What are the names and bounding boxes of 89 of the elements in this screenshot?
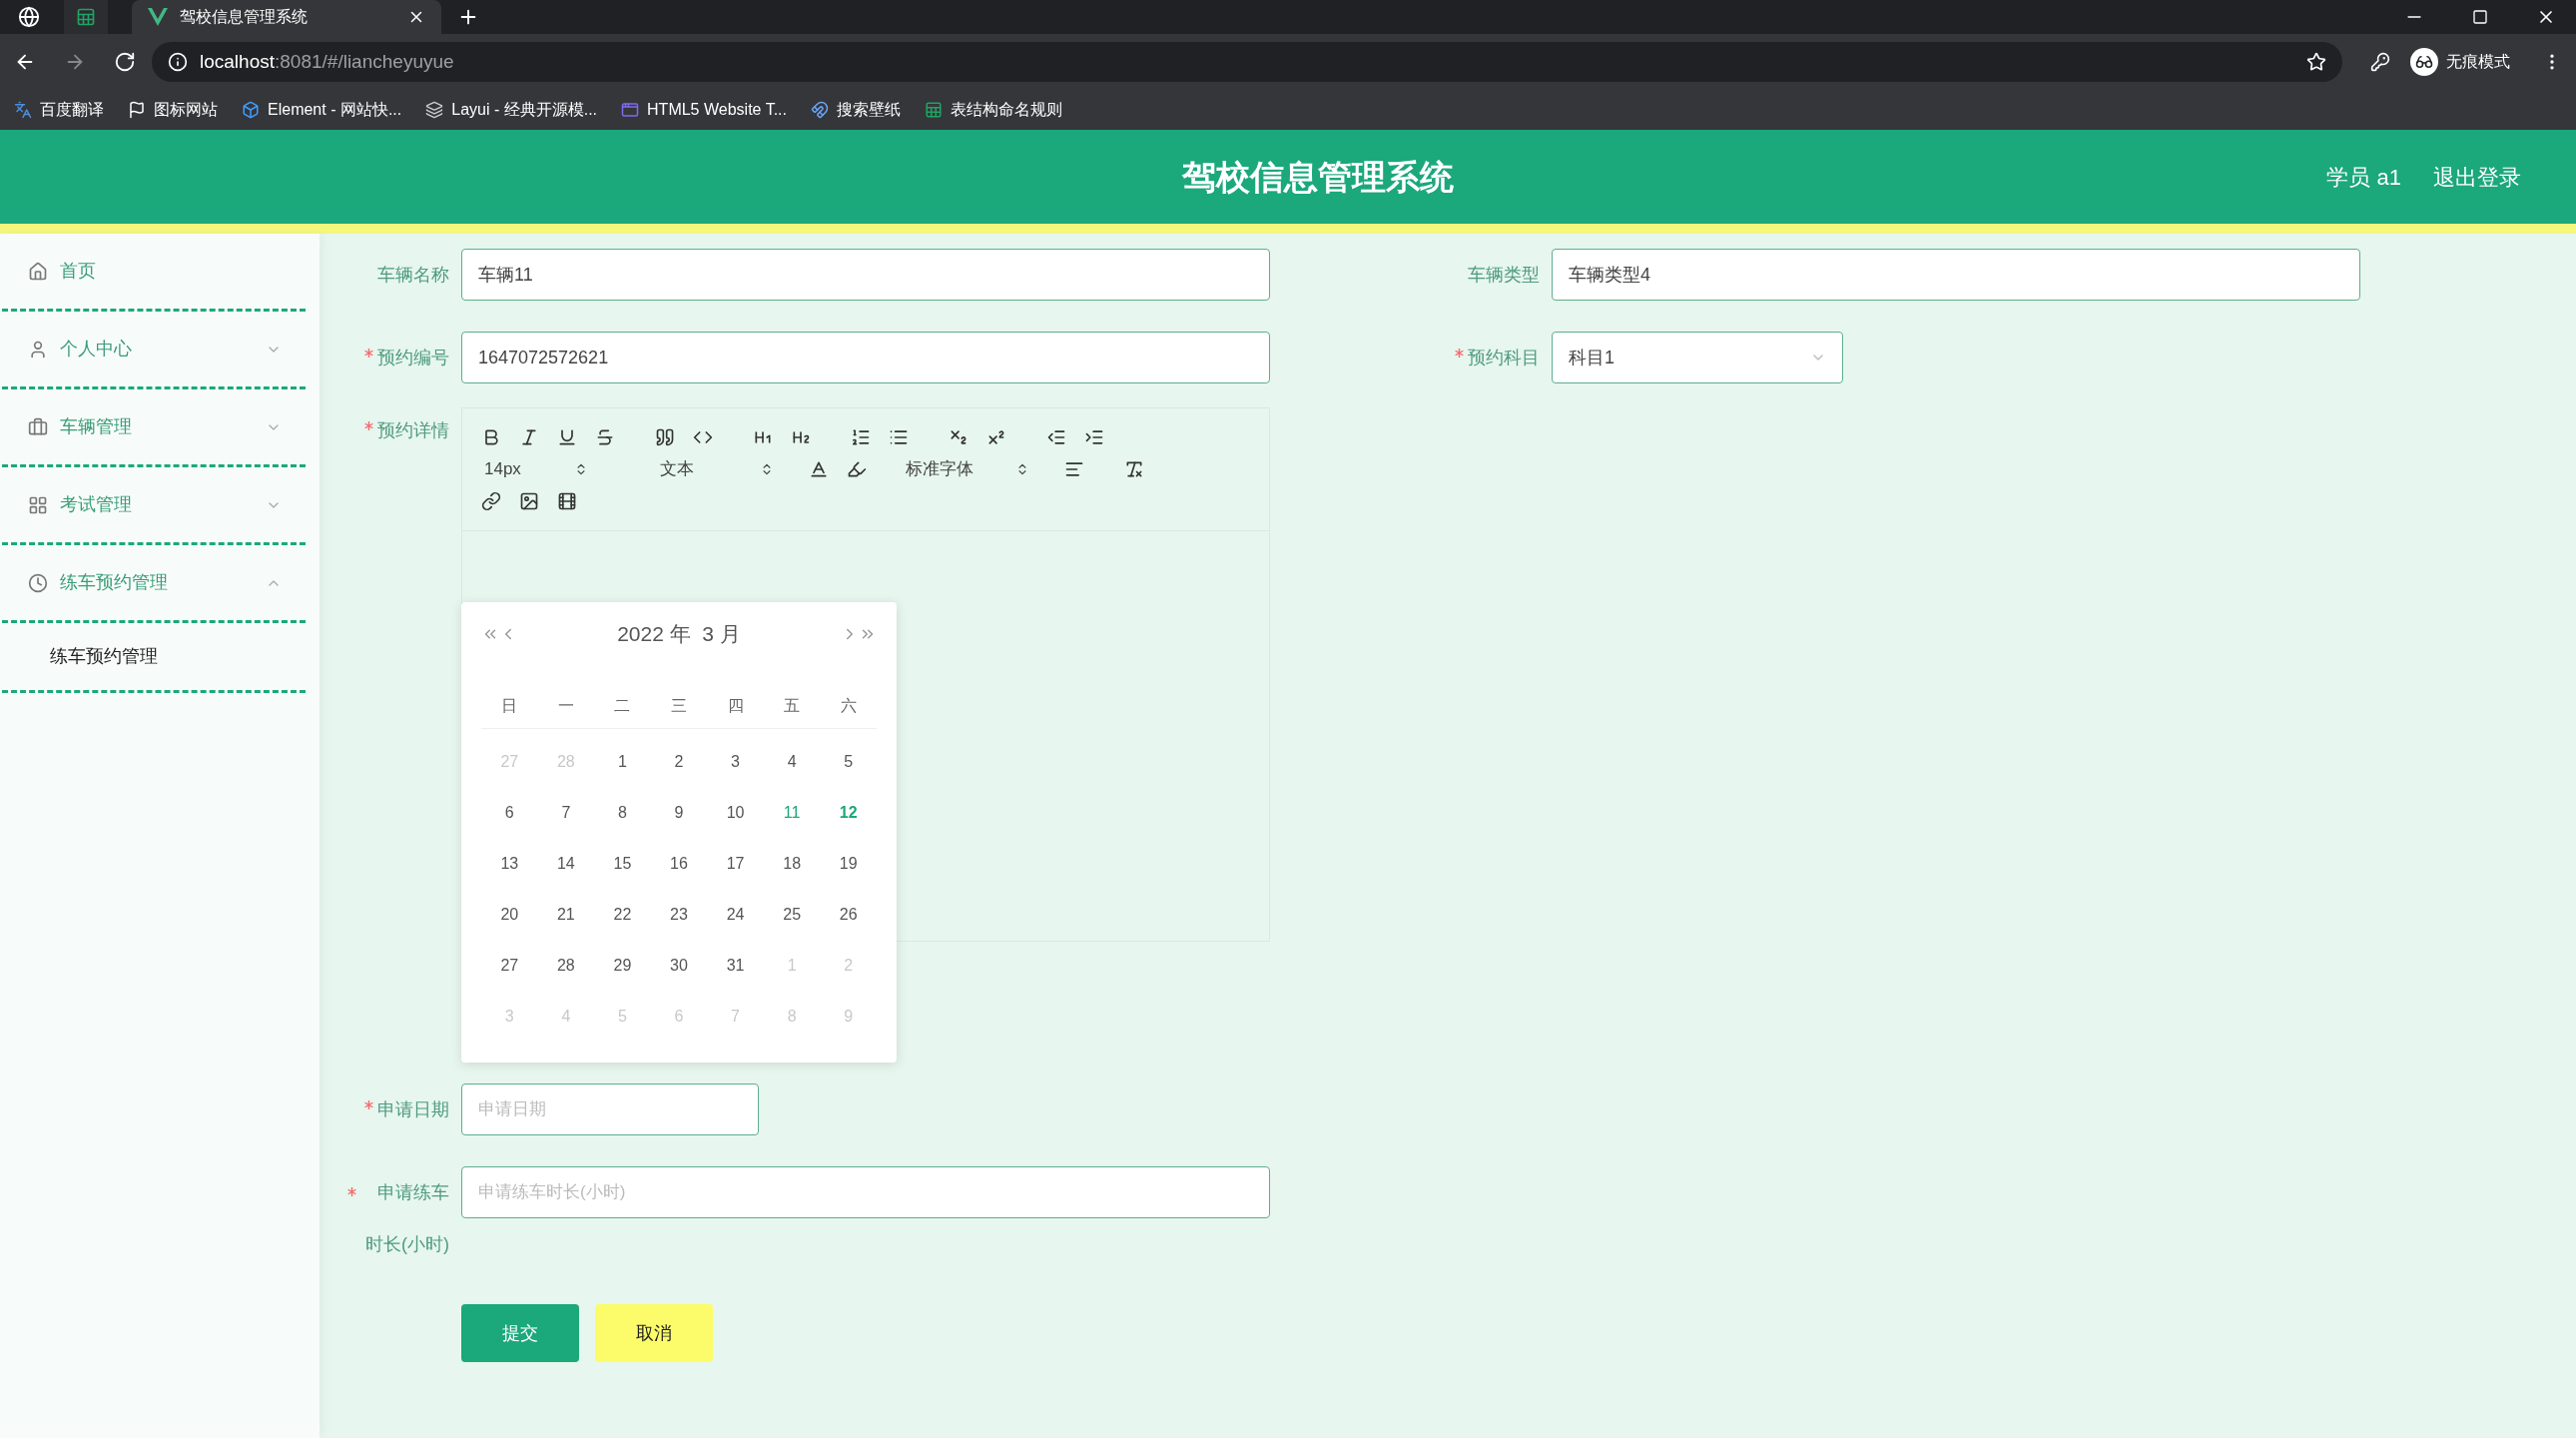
cancel-button[interactable]: 取消 [595, 1304, 713, 1362]
browser-tab[interactable]: 驾校信息管理系统 [132, 0, 441, 34]
bookmark-item[interactable]: 搜索壁纸 [810, 98, 901, 122]
bookmark-item[interactable]: HTML5 Website T... [621, 98, 787, 122]
calendar-day[interactable]: 8 [594, 787, 651, 839]
incognito-badge[interactable]: 无痕模式 [2406, 48, 2514, 76]
cube-icon [242, 101, 260, 119]
calendar-day[interactable]: 1 [594, 736, 651, 788]
toolbar-select[interactable]: 14px [476, 454, 596, 484]
calendar-day[interactable]: 17 [707, 838, 764, 890]
calendar-day[interactable]: 20 [481, 889, 538, 941]
field-label: 预约详情 [377, 420, 449, 440]
calendar-day[interactable]: 10 [707, 787, 764, 839]
subject-select[interactable]: 科目1 [1552, 332, 1843, 383]
text-field[interactable]: 1647072572621 [461, 332, 1270, 383]
calendar-day[interactable]: 9 [650, 787, 708, 839]
calendar-day[interactable]: 18 [763, 838, 821, 890]
incognito-icon [2410, 48, 2438, 76]
field-label: 申请日期 [377, 1098, 449, 1119]
calendar-day[interactable]: 5 [820, 736, 877, 788]
toolbar-select[interactable]: 文本 [652, 454, 782, 484]
calendar-day[interactable]: 15 [594, 838, 651, 890]
calendar-day[interactable]: 7 [537, 787, 595, 839]
field-label: 车辆名称 [377, 264, 449, 285]
calendar-day[interactable]: 4 [763, 736, 821, 788]
address-bar[interactable]: localhost:8081/#/liancheyuyue [152, 42, 2342, 82]
sidebar-subitem[interactable]: 练车预约管理 [2, 623, 306, 693]
spreadsheet-icon [924, 101, 943, 119]
text-field[interactable]: 车辆11 [461, 249, 1270, 301]
calendar-day[interactable]: 13 [481, 838, 538, 890]
calendar-day[interactable]: 31 [707, 940, 764, 992]
globe-icon [18, 6, 40, 28]
field-label: 预约科目 [1468, 347, 1540, 367]
grid-icon [28, 494, 48, 515]
date-field[interactable]: 申请日期 [461, 1083, 759, 1135]
field-label: 预约编号 [377, 347, 449, 367]
user-icon [28, 339, 48, 360]
spreadsheet-icon [76, 7, 96, 27]
calendar-day[interactable]: 23 [650, 889, 708, 941]
weekday-label: 二 [613, 695, 632, 716]
home-icon [28, 261, 48, 282]
calendar-day[interactable]: 26 [820, 889, 877, 941]
calendar-day[interactable]: 28 [537, 940, 595, 992]
bookmark-star-icon[interactable] [2306, 52, 2326, 72]
calendar-day[interactable]: 25 [763, 889, 821, 941]
bookmark-item[interactable]: Element - 网站快... [242, 98, 402, 122]
reload-icon[interactable] [114, 51, 136, 73]
calendar-day[interactable]: 6 [481, 787, 538, 839]
calendar-day[interactable]: 14 [537, 838, 595, 890]
month-title: 2022 年 3 月 [617, 621, 741, 647]
text-field[interactable]: 车辆类型4 [1552, 249, 2360, 301]
calendar-day[interactable]: 27 [481, 940, 538, 992]
text-field[interactable]: 申请练车时长(小时) [461, 1166, 1270, 1218]
app-title: 驾校信息管理系统 [1182, 156, 1455, 198]
key-icon[interactable] [2370, 52, 2390, 72]
weekday-label: 日 [500, 695, 519, 716]
pinned-tab[interactable] [64, 0, 108, 34]
calendar-day[interactable]: 24 [707, 889, 764, 941]
weekday-label: 三 [670, 695, 688, 716]
flag-icon [128, 101, 146, 119]
weekday-label: 六 [839, 695, 858, 716]
weekday-label: 一 [556, 695, 575, 716]
bookmark-item[interactable]: 表结构命名规则 [924, 98, 1062, 122]
v-logo-icon [148, 8, 168, 26]
calendar-day[interactable]: 19 [820, 838, 877, 890]
restore-icon[interactable] [2472, 9, 2488, 25]
calendar-day[interactable]: 22 [594, 889, 651, 941]
translate-icon [14, 101, 32, 119]
calendar-day[interactable]: 30 [650, 940, 708, 992]
weekday-label: 五 [783, 695, 802, 716]
bookmark-item[interactable]: Layui - 经典开源模... [425, 98, 598, 122]
info-icon [168, 52, 188, 72]
bookmark-item[interactable]: 图标网站 [128, 98, 218, 122]
layers-icon [425, 101, 444, 119]
field-label: 申请练车时长(小时) [364, 1181, 449, 1256]
clock-icon [28, 572, 48, 593]
briefcase-icon [28, 416, 48, 437]
bookmark-item[interactable]: 百度翻译 [14, 98, 104, 122]
user-name: 学员 a1 [2326, 163, 2401, 192]
toolbar-select[interactable]: 标准字体 [898, 454, 1037, 484]
calendar-day[interactable]: 16 [650, 838, 708, 890]
calendar-day[interactable]: 2 [650, 736, 708, 788]
field-label: 车辆类型 [1468, 264, 1540, 285]
weekday-label: 四 [726, 695, 745, 716]
calendar-day[interactable]: 29 [594, 940, 651, 992]
calendar-day[interactable]: 21 [537, 889, 595, 941]
window-icon [621, 101, 640, 119]
calendar-day[interactable]: 3 [707, 736, 764, 788]
magnet-icon [810, 101, 829, 119]
